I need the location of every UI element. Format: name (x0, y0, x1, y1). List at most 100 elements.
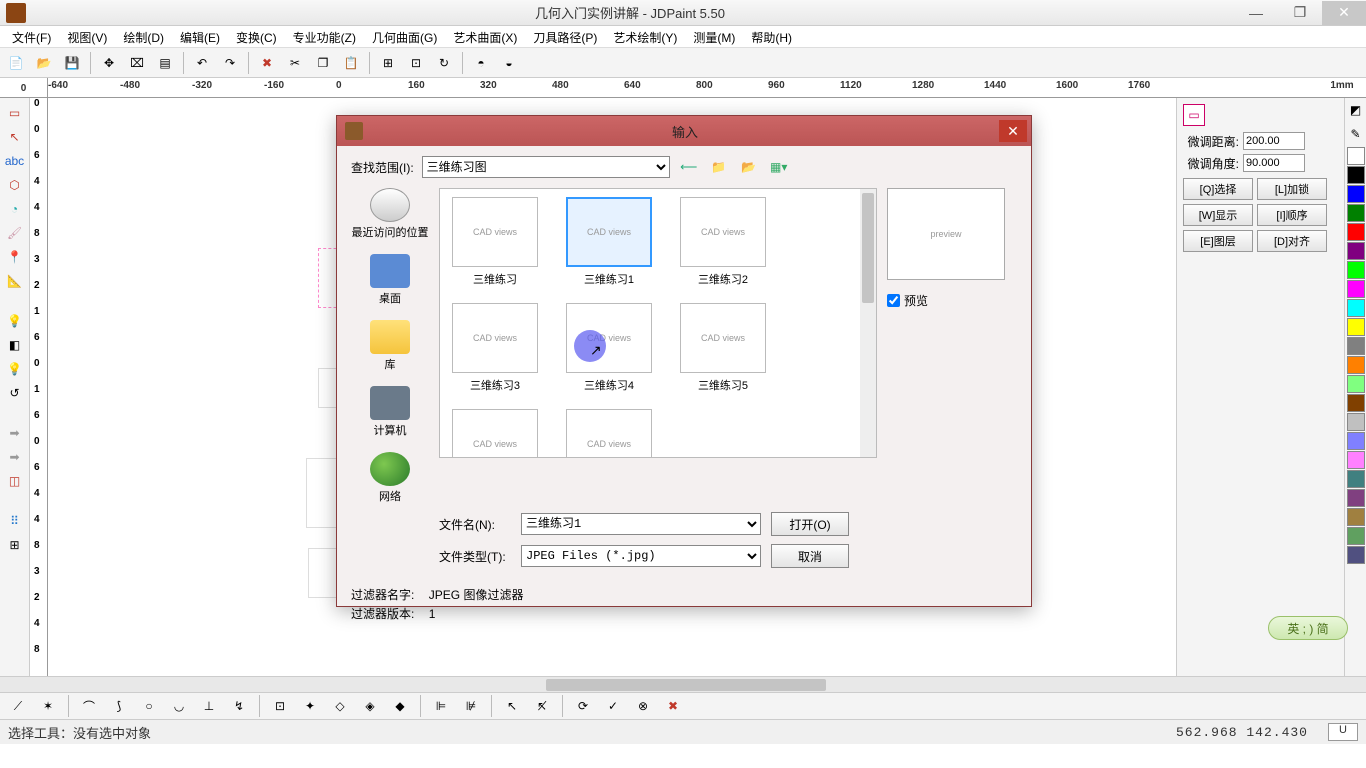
bt-icon[interactable]: ⊫ (429, 694, 453, 718)
place-desktop[interactable]: 桌面 (370, 254, 410, 306)
bt-icon[interactable]: ⊡ (268, 694, 292, 718)
file-thumbnail[interactable]: CAD views三维练习 (448, 197, 542, 287)
ime-indicator[interactable]: 英 ; ) 简 (1268, 616, 1348, 640)
delete-icon[interactable]: ⌧ (125, 51, 149, 75)
color-swatch[interactable] (1347, 185, 1365, 203)
layer-icon[interactable]: ◧ (3, 334, 27, 356)
paste-icon[interactable]: 📋 (339, 51, 363, 75)
file-thumbnail[interactable]: CAD views三维练习7 (562, 409, 656, 458)
grid2-icon[interactable]: ⊞ (3, 534, 27, 556)
menu-help[interactable]: 帮助(H) (743, 26, 800, 47)
dist-input[interactable] (1243, 132, 1305, 150)
arrow-dn-icon[interactable]: ➡ (3, 446, 27, 468)
rotate-icon[interactable]: ↺ (3, 382, 27, 404)
bt-icon[interactable]: ◇ (328, 694, 352, 718)
refresh-icon[interactable]: ↻ (432, 51, 456, 75)
color-swatch[interactable] (1347, 508, 1365, 526)
dialog-close-button[interactable]: ✕ (999, 120, 1027, 142)
palette-top-icon[interactable]: ◩ (1345, 98, 1366, 122)
cube-icon[interactable]: ◫ (3, 470, 27, 492)
up-folder-icon[interactable]: 📁 (708, 157, 730, 177)
color-swatch[interactable] (1347, 451, 1365, 469)
measure-icon[interactable]: 📐 (3, 270, 27, 292)
menu-pro[interactable]: 专业功能(Z) (285, 26, 364, 47)
color-swatch[interactable] (1347, 318, 1365, 336)
bt-icon[interactable]: ○ (137, 694, 161, 718)
angle-input[interactable] (1243, 154, 1305, 172)
bt-icon[interactable]: ⟋ (6, 694, 30, 718)
status-u-button[interactable]: U (1328, 723, 1358, 741)
btn-align[interactable]: [D]对齐 (1257, 230, 1327, 252)
bucket-icon[interactable]: ◔ (3, 198, 27, 220)
color-swatch[interactable] (1347, 299, 1365, 317)
place-recent[interactable]: 最近访问的位置 (352, 188, 429, 240)
color-swatch[interactable] (1347, 261, 1365, 279)
look-in-select[interactable]: 三维练习图 (422, 156, 670, 178)
preview-checkbox[interactable] (887, 294, 900, 307)
new-file-icon[interactable]: 📄 (4, 51, 28, 75)
copy-icon[interactable]: ❐ (311, 51, 335, 75)
menu-artdraw[interactable]: 艺术绘制(Y) (605, 26, 685, 47)
color-swatch[interactable] (1347, 147, 1365, 165)
color-swatch[interactable] (1347, 280, 1365, 298)
bt-icon[interactable]: ◆ (388, 694, 412, 718)
menu-transform[interactable]: 变换(C) (228, 26, 285, 47)
filetype-field[interactable]: JPEG Files (*.jpg) (521, 545, 761, 567)
redo-icon[interactable]: ↷ (218, 51, 242, 75)
view-menu-icon[interactable]: ▦▾ (768, 157, 790, 177)
file-thumbnail[interactable]: CAD views三维练习3 (448, 303, 542, 393)
close-button[interactable]: ✕ (1322, 1, 1366, 25)
place-network[interactable]: 网络 (370, 452, 410, 504)
file-list[interactable]: CAD views三维练习CAD views三维练习1CAD views三维练习… (439, 188, 877, 458)
bt-icon[interactable]: ⟆ (107, 694, 131, 718)
file-thumbnail[interactable]: CAD views三维练习1 (562, 197, 656, 287)
filename-field[interactable]: 三维练习1 (521, 513, 761, 535)
new-folder-icon[interactable]: 📂 (738, 157, 760, 177)
btn-select[interactable]: [Q]选择 (1183, 178, 1253, 200)
minimize-button[interactable]: — (1234, 1, 1278, 25)
menu-art[interactable]: 艺术曲面(X) (445, 26, 525, 47)
btn-lock[interactable]: [L]加锁 (1257, 178, 1327, 200)
menu-edit[interactable]: 编辑(E) (172, 26, 228, 47)
pencil-icon[interactable]: ✎ (1345, 122, 1366, 146)
place-computer[interactable]: 计算机 (370, 386, 410, 438)
stack-icon[interactable]: ▤ (153, 51, 177, 75)
bt-icon[interactable]: ◈ (358, 694, 382, 718)
color-swatch[interactable] (1347, 242, 1365, 260)
pointer-icon[interactable]: ↖ (3, 126, 27, 148)
menu-view[interactable]: 视图(V) (59, 26, 115, 47)
menu-geo[interactable]: 几何曲面(G) (364, 26, 445, 47)
bulb-icon[interactable]: 💡 (3, 310, 27, 332)
menu-measure[interactable]: 测量(M) (685, 26, 743, 47)
back-icon[interactable]: ⟵ (678, 157, 700, 177)
place-libraries[interactable]: 库 (370, 320, 410, 372)
bt-icon[interactable]: ✶ (36, 694, 60, 718)
bt-cancel-icon[interactable]: ✖ (661, 694, 685, 718)
undo-icon[interactable]: ↶ (190, 51, 214, 75)
menu-tool[interactable]: 刀具路径(P) (525, 26, 605, 47)
brush-icon[interactable]: 🖌 (3, 222, 27, 244)
btn-show[interactable]: [W]显示 (1183, 204, 1253, 226)
file-thumbnail[interactable]: CAD views三维练习4 (562, 303, 656, 393)
bulb2-icon[interactable]: 💡 (3, 358, 27, 380)
grid-icon[interactable]: ⊞ (376, 51, 400, 75)
color-swatch[interactable] (1347, 337, 1365, 355)
color-swatch[interactable] (1347, 223, 1365, 241)
bt-icon[interactable]: ⟳ (571, 694, 595, 718)
maximize-button[interactable]: ❐ (1278, 1, 1322, 25)
file-thumbnail[interactable]: CAD views三维练习5 (676, 303, 770, 393)
bt-icon[interactable]: ⊗ (631, 694, 655, 718)
bt-icon[interactable]: ◡ (167, 694, 191, 718)
cancel-button[interactable]: 取消 (771, 544, 849, 568)
color-swatch[interactable] (1347, 432, 1365, 450)
bt-icon[interactable]: ↖̸ (530, 694, 554, 718)
color-swatch[interactable] (1347, 375, 1365, 393)
bt-icon[interactable]: ✓ (601, 694, 625, 718)
bt-icon[interactable]: ✦ (298, 694, 322, 718)
bt-icon[interactable]: ↯ (227, 694, 251, 718)
scissors-icon[interactable]: ✂ (283, 51, 307, 75)
open-file-icon[interactable]: 📂 (32, 51, 56, 75)
color-swatch[interactable] (1347, 527, 1365, 545)
select-rect-icon[interactable]: ▭ (3, 102, 27, 124)
shield-icon[interactable]: ◓ (469, 51, 493, 75)
